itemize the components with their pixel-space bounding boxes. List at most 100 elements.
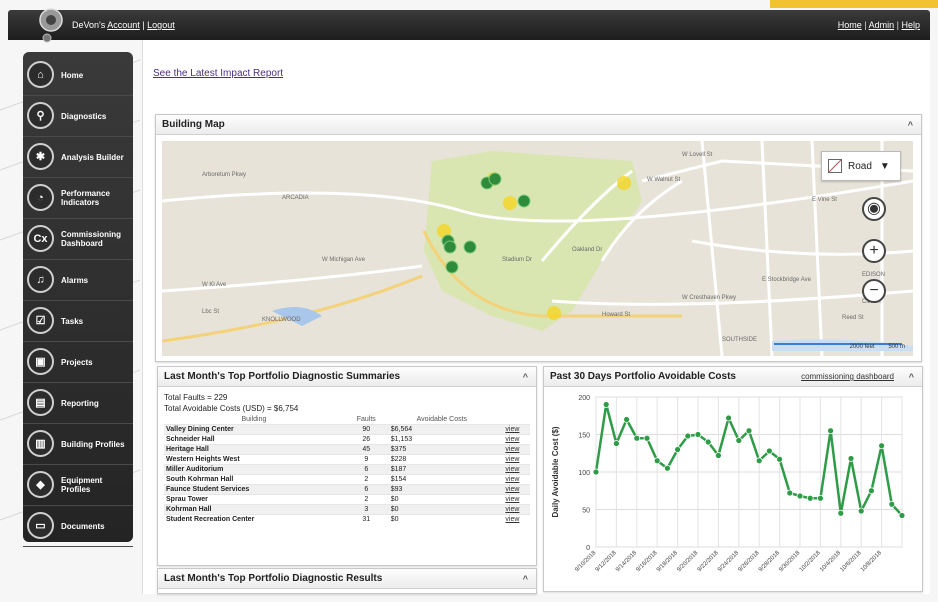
view-link[interactable]: view — [494, 514, 530, 524]
building-cell: South Kohrman Hall — [164, 474, 344, 485]
data-point[interactable] — [653, 457, 661, 465]
data-point[interactable] — [664, 464, 671, 472]
diagnostic-results-panel: Last Month's Top Portfolio Diagnostic Re… — [157, 568, 537, 594]
data-point[interactable] — [684, 432, 692, 440]
data-point[interactable] — [725, 414, 733, 422]
table-row: Valley Dining Center 90 $6,564 view — [164, 424, 530, 435]
data-point[interactable] — [796, 492, 804, 500]
map-marker-green[interactable] — [488, 172, 502, 186]
data-point[interactable] — [888, 500, 896, 508]
map-marker-yellow[interactable] — [547, 306, 561, 320]
map-layer-icon — [828, 159, 842, 173]
admin-link[interactable]: Admin — [869, 20, 895, 30]
data-point[interactable] — [592, 468, 600, 476]
data-point[interactable] — [847, 455, 855, 462]
data-point[interactable] — [867, 487, 875, 495]
faults-cell: 6 — [343, 484, 389, 495]
data-point[interactable] — [643, 434, 651, 442]
collapse-icon[interactable]: ^ — [909, 367, 914, 387]
cost-cell: $6,564 — [388, 424, 495, 435]
data-point[interactable] — [674, 446, 682, 453]
data-point[interactable] — [816, 494, 824, 502]
collapse-icon[interactable]: ^ — [908, 115, 913, 135]
data-point[interactable] — [735, 437, 743, 444]
map-marker-green[interactable] — [517, 194, 531, 208]
sidebar-item-tasks[interactable]: ☑ Tasks — [23, 301, 133, 342]
sidebar-item-projects[interactable]: ▣ Projects — [23, 342, 133, 383]
building-cell: Heritage Hall — [164, 444, 344, 455]
data-point[interactable] — [623, 416, 630, 423]
data-point[interactable] — [776, 455, 784, 463]
sidebar-item-documents[interactable]: ▭ Documents — [23, 506, 133, 547]
sidebar-item-label: Alarms — [61, 275, 89, 285]
view-link[interactable]: view — [494, 454, 530, 465]
building-cell: Valley Dining Center — [164, 424, 344, 435]
view-link[interactable]: view — [494, 434, 530, 445]
checkbox-icon: ☑ — [27, 307, 54, 334]
data-point[interactable] — [694, 431, 702, 438]
view-link[interactable]: view — [494, 464, 530, 475]
zoom-out-icon[interactable]: − — [862, 279, 886, 303]
data-point[interactable] — [806, 494, 814, 502]
view-link[interactable]: view — [494, 474, 530, 485]
map-drawing: Arboretum Pkwy ARCADIA W Michigan Ave W … — [162, 141, 913, 356]
account-link[interactable]: Account — [107, 20, 140, 30]
map-marker-green[interactable] — [445, 260, 459, 274]
sidebar-item-equipment-profiles[interactable]: ◆ Equipment Profiles — [23, 465, 133, 506]
collapse-icon[interactable]: ^ — [523, 569, 528, 589]
data-point[interactable] — [827, 427, 835, 435]
cost-cell: $93 — [388, 484, 495, 495]
panel-title: Last Month's Top Portfolio Diagnostic Re… — [164, 573, 383, 584]
scale-feet: 2000 feet — [849, 344, 875, 350]
data-point[interactable] — [898, 512, 906, 519]
view-link[interactable]: view — [494, 504, 530, 515]
help-link[interactable]: Help — [901, 20, 920, 30]
map-type-select[interactable]: Road ▼ — [821, 151, 901, 181]
data-point[interactable] — [786, 489, 794, 497]
total-faults: Total Faults = 229 — [164, 393, 228, 402]
collapse-icon[interactable]: ^ — [523, 367, 528, 387]
locate-icon[interactable]: ◉ — [862, 197, 886, 221]
data-point[interactable] — [765, 447, 773, 455]
commissioning-dashboard-link[interactable]: commissioning dashboard — [801, 367, 894, 387]
home-icon: ⌂ — [27, 61, 54, 88]
data-point[interactable] — [613, 440, 620, 447]
sidebar-item-analysis-builder[interactable]: ✱ Analysis Builder — [23, 137, 133, 178]
sidebar-item-diagnostics[interactable]: ⚲ Diagnostics — [23, 96, 133, 137]
impact-report-link[interactable]: See the Latest Impact Report — [153, 68, 283, 79]
map-marker-yellow[interactable] — [503, 196, 517, 210]
table-row: Sprau Tower 2 $0 view — [164, 494, 530, 505]
data-point[interactable] — [857, 507, 865, 515]
sidebar-item-reporting[interactable]: ▤ Reporting — [23, 383, 133, 424]
view-link[interactable]: view — [494, 424, 530, 435]
cube-icon: ◆ — [27, 471, 54, 498]
data-point[interactable] — [878, 442, 886, 450]
sidebar-item-commissioning-dashboard[interactable]: Cx Commissioning Dashboard — [23, 219, 133, 260]
view-link[interactable]: view — [494, 444, 530, 455]
view-link[interactable]: view — [494, 484, 530, 495]
data-point[interactable] — [704, 438, 712, 446]
sidebar-item-home[interactable]: ⌂ Home — [23, 55, 133, 96]
data-point[interactable] — [633, 434, 641, 442]
sidebar-item-performance-indicators[interactable]: ◔ Performance Indicators — [23, 178, 133, 219]
zoom-in-icon[interactable]: + — [862, 239, 886, 263]
map-marker-green[interactable] — [463, 240, 477, 254]
data-point[interactable] — [745, 427, 753, 435]
map-marker-yellow[interactable] — [617, 176, 631, 190]
view-link[interactable]: view — [494, 494, 530, 505]
sidebar-item-alarms[interactable]: ♫ Alarms — [23, 260, 133, 301]
sidebar-item-label: Building Profiles — [61, 439, 125, 449]
logo-icon — [39, 8, 63, 43]
data-point[interactable] — [837, 509, 845, 517]
panel-title: Last Month's Top Portfolio Diagnostic Su… — [164, 371, 401, 382]
data-point[interactable] — [755, 457, 763, 465]
avoidable-costs-panel: Past 30 Days Portfolio Avoidable Costs c… — [543, 366, 923, 592]
logout-link[interactable]: Logout — [147, 20, 175, 30]
map-canvas[interactable]: Arboretum Pkwy ARCADIA W Michigan Ave W … — [162, 141, 913, 356]
home-link[interactable]: Home — [838, 20, 862, 30]
data-point[interactable] — [602, 401, 610, 408]
map-marker-green[interactable] — [443, 240, 457, 254]
sidebar-item-label: Diagnostics — [61, 111, 107, 121]
data-point[interactable] — [714, 452, 722, 459]
sidebar-item-building-profiles[interactable]: ▥ Building Profiles — [23, 424, 133, 465]
